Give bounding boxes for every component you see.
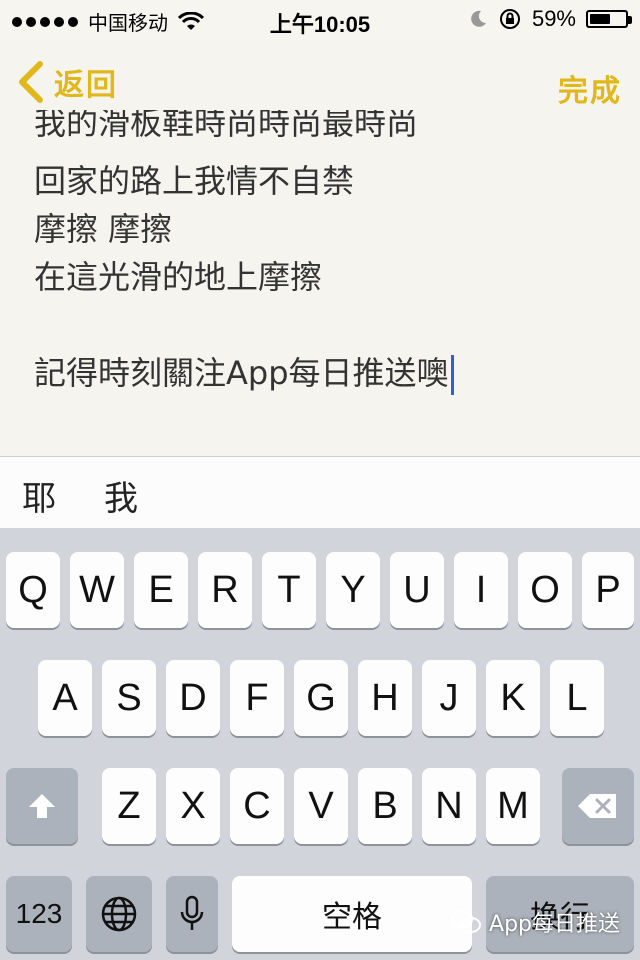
numbers-key[interactable]: 123 (6, 876, 72, 952)
keyboard: Q W E R T Y U I O P A S D F G H J K L Z … (0, 528, 640, 960)
key-u[interactable]: U (390, 552, 444, 628)
key-w[interactable]: W (70, 552, 124, 628)
rotation-lock-icon (499, 9, 520, 29)
key-i[interactable]: I (454, 552, 508, 628)
globe-key[interactable] (86, 876, 152, 952)
key-c[interactable]: C (230, 768, 284, 844)
shift-key[interactable] (6, 768, 78, 844)
microphone-icon (180, 895, 204, 930)
key-b[interactable]: B (358, 768, 412, 844)
key-d[interactable]: D (166, 660, 220, 736)
back-button[interactable]: 返回 (16, 60, 118, 104)
key-l[interactable]: L (550, 660, 604, 736)
candidate-item[interactable]: 我 (104, 471, 138, 520)
key-z[interactable]: Z (102, 768, 156, 844)
candidate-bar: 耶 我 (0, 456, 640, 530)
moon-icon (471, 10, 486, 27)
key-v[interactable]: V (294, 768, 348, 844)
microphone-key[interactable] (166, 876, 218, 952)
candidate-item[interactable]: 耶 (22, 471, 56, 520)
key-r[interactable]: R (198, 552, 252, 628)
shift-icon (29, 794, 55, 818)
watermark-text: App每日推送 (489, 912, 620, 937)
globe-icon (101, 896, 137, 932)
key-t[interactable]: T (262, 552, 316, 628)
text-cursor (450, 355, 454, 395)
key-f[interactable]: F (230, 660, 284, 736)
note-line: 在這光滑的地上摩擦 (34, 258, 323, 296)
watermark: App每日推送 (451, 906, 620, 938)
note-line: 摩擦 摩擦 (34, 210, 173, 248)
key-h[interactable]: H (358, 660, 412, 736)
chevron-left-icon (19, 61, 43, 103)
battery-percent: 59% (531, 6, 576, 31)
key-n[interactable]: N (422, 768, 476, 844)
key-o[interactable]: O (518, 552, 572, 628)
status-bar: 中国移动 上午10:05 59% (0, 0, 640, 40)
key-k[interactable]: K (486, 660, 540, 736)
delete-key[interactable] (562, 768, 634, 844)
key-m[interactable]: M (486, 768, 540, 844)
key-y[interactable]: Y (326, 552, 380, 628)
note-line-text: 記得時刻關注App每日推送噢 (34, 354, 449, 392)
key-s[interactable]: S (102, 660, 156, 736)
wechat-icon (451, 910, 482, 933)
key-p[interactable]: P (582, 552, 634, 628)
delete-icon (578, 794, 616, 818)
note-text-area[interactable]: 我的滑板鞋時尚時尚最時尚 回家的路上我情不自禁 摩擦 摩擦 在這光滑的地上摩擦 … (0, 110, 640, 456)
battery-icon (586, 10, 632, 28)
note-line: 回家的路上我情不自禁 (34, 162, 355, 200)
key-g[interactable]: G (294, 660, 348, 736)
key-e[interactable]: E (134, 552, 188, 628)
note-line: 我的滑板鞋時尚時尚最時尚 (34, 110, 419, 142)
back-label: 返回 (54, 68, 118, 103)
status-right: 59% (468, 6, 632, 32)
battery-fill (590, 14, 610, 24)
note-line-last: 記得時刻關注App每日推送噢 (34, 348, 454, 395)
space-key[interactable]: 空格 (232, 876, 472, 952)
key-x[interactable]: X (166, 768, 220, 844)
key-q[interactable]: Q (6, 552, 60, 628)
done-button[interactable]: 完成 (558, 66, 622, 110)
key-j[interactable]: J (422, 660, 476, 736)
key-a[interactable]: A (38, 660, 92, 736)
